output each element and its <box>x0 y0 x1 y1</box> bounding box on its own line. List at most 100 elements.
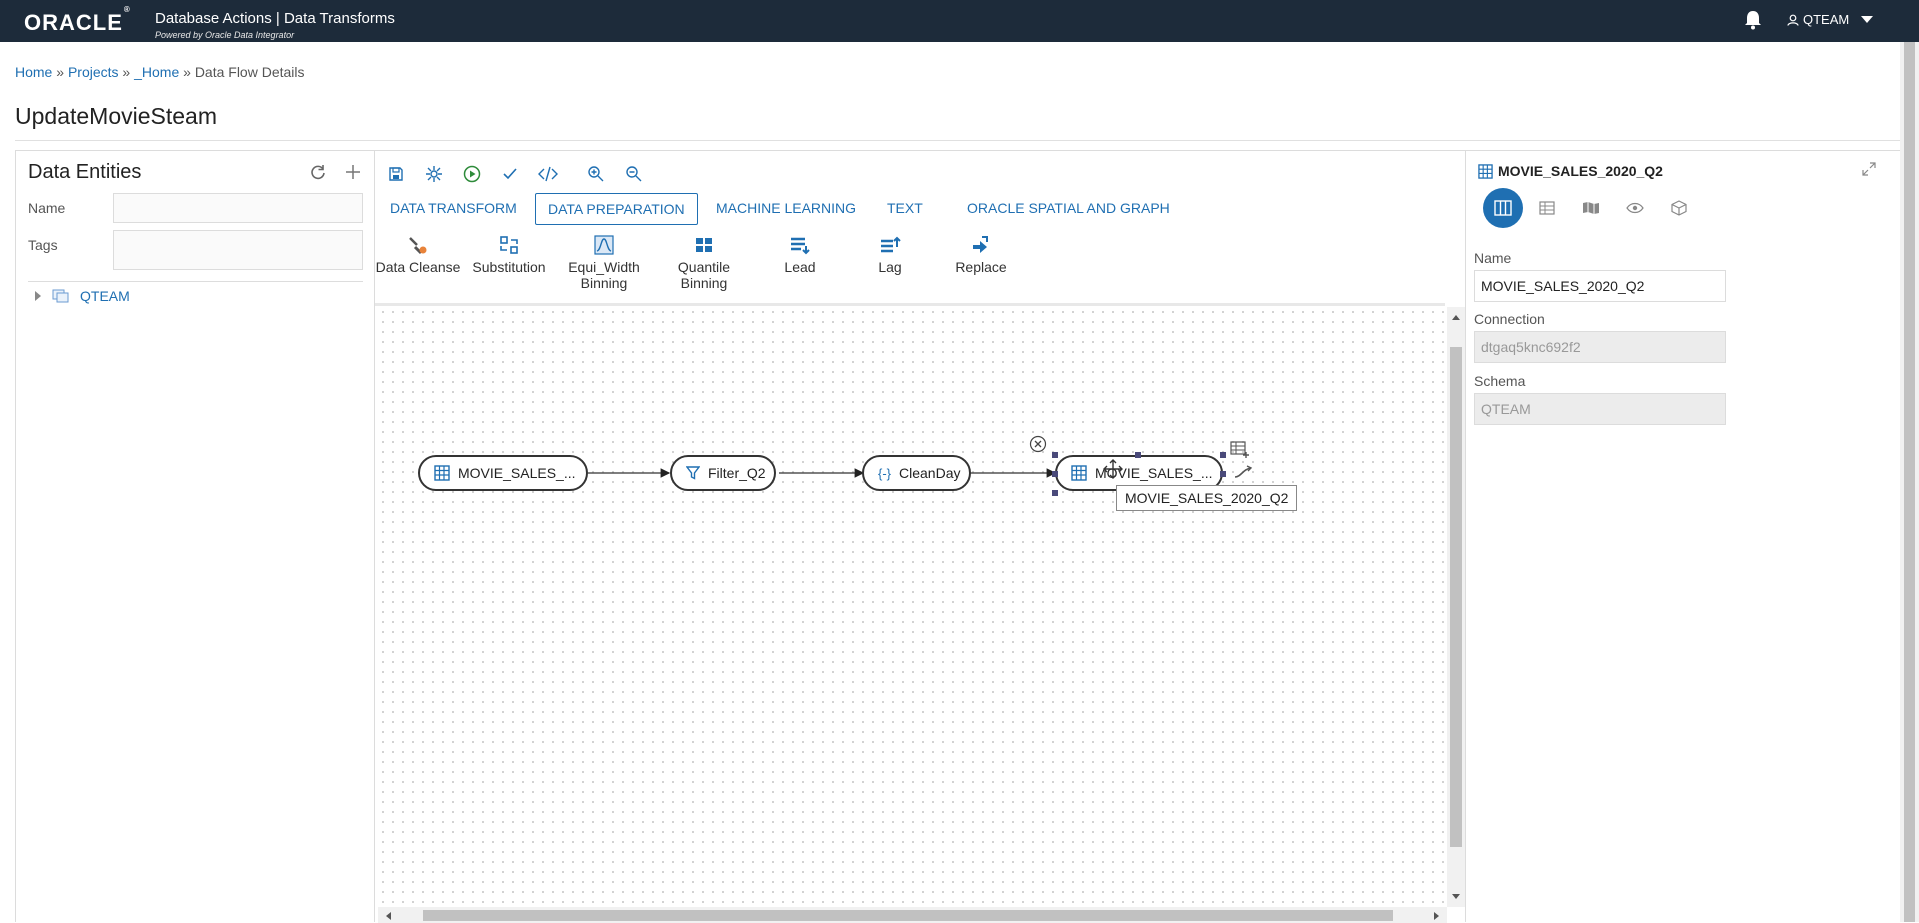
scroll-down-icon[interactable] <box>1451 893 1461 901</box>
node-label: MOVIE_SALES_... <box>458 465 576 481</box>
tool-equi-width-binning[interactable]: Equi_Width Binning <box>554 235 654 291</box>
user-name: QTEAM <box>1803 12 1850 27</box>
scroll-up-icon[interactable] <box>1451 313 1461 321</box>
properties-panel: MOVIE_SALES_2020_Q2 Name MOVIE_SALES_202… <box>1465 150 1900 922</box>
resize-handle[interactable] <box>1220 452 1226 458</box>
table-icon <box>434 465 450 481</box>
flow-node-source[interactable]: MOVIE_SALES_... <box>418 455 588 491</box>
connection-label: Connection <box>1474 311 1545 327</box>
flow-canvas[interactable]: MOVIE_SALES_... Filter_Q2 {-} CleanDay M… <box>378 307 1445 904</box>
add-table-icon[interactable] <box>1230 440 1250 458</box>
map-icon <box>1583 202 1599 214</box>
move-icon <box>1103 459 1123 479</box>
add-icon[interactable] <box>344 163 364 183</box>
chevron-down-icon <box>1861 16 1874 23</box>
refresh-icon[interactable] <box>309 163 329 183</box>
canvas-horizontal-scrollbar[interactable] <box>378 907 1447 923</box>
validate-icon[interactable] <box>499 163 521 185</box>
tool-lead[interactable]: Lead <box>750 235 850 275</box>
resize-handle[interactable] <box>1052 471 1058 477</box>
connect-icon[interactable] <box>1233 465 1253 479</box>
code-icon[interactable] <box>537 163 559 185</box>
columns-icon <box>1494 200 1512 216</box>
cube-icon <box>1671 200 1687 216</box>
tab-oracle-spatial-and-graph[interactable]: ORACLE SPATIAL AND GRAPH <box>955 193 1182 225</box>
substitution-icon <box>500 236 518 254</box>
app-title: Database Actions | Data Transforms <box>155 10 395 27</box>
tree-item-label: QTEAM <box>80 288 130 304</box>
node-label: CleanDay <box>899 465 961 481</box>
breadcrumb-projects[interactable]: Projects <box>68 64 119 80</box>
tab-options[interactable] <box>1659 188 1699 228</box>
grid-icon <box>1539 201 1555 215</box>
auto-layout-icon[interactable] <box>423 163 445 185</box>
name-field[interactable]: MOVIE_SALES_2020_Q2 <box>1474 270 1726 302</box>
caret-right-icon[interactable] <box>34 290 42 302</box>
flow-node-expression[interactable]: {-} CleanDay <box>862 455 971 491</box>
breadcrumb-project-home[interactable]: _Home <box>134 64 179 80</box>
user-menu[interactable]: QTEAM <box>1787 12 1874 27</box>
data-entities-panel: Data Entities Name Tags QTEAM <box>15 150 375 922</box>
table-icon <box>1478 164 1493 179</box>
quantile-binning-icon <box>696 238 712 252</box>
schema-label: Schema <box>1474 373 1526 389</box>
lead-icon <box>791 237 810 255</box>
tab-machine-learning[interactable]: MACHINE LEARNING <box>704 193 868 225</box>
run-icon[interactable] <box>461 163 483 185</box>
schema-field: QTEAM <box>1474 393 1726 425</box>
divider <box>15 140 1900 141</box>
tab-text[interactable]: TEXT <box>875 193 935 225</box>
node-label: Filter_Q2 <box>708 465 766 481</box>
resize-handle[interactable] <box>1052 490 1058 496</box>
divider <box>375 303 1445 306</box>
breadcrumb: Home » Projects » _Home » Data Flow Deta… <box>15 64 305 80</box>
top-bar: ORACLE® Database Actions | Data Transfor… <box>0 0 1919 42</box>
name-label: Name <box>1474 250 1512 266</box>
name-filter-input[interactable] <box>113 193 363 223</box>
tab-attributes[interactable] <box>1483 188 1523 228</box>
scroll-left-icon[interactable] <box>384 911 392 921</box>
expression-icon: {-} <box>878 465 892 481</box>
tool-replace[interactable]: Replace <box>931 235 1031 275</box>
bell-icon[interactable] <box>1744 10 1762 32</box>
schema-icon <box>52 289 69 303</box>
breadcrumb-current: Data Flow Details <box>194 64 305 80</box>
resize-handle[interactable] <box>1052 452 1058 458</box>
tab-data-transform[interactable]: DATA TRANSFORM <box>378 193 529 225</box>
divider <box>28 281 363 282</box>
tree-item-qteam[interactable]: QTEAM <box>34 288 130 304</box>
data-entities-title: Data Entities <box>28 161 142 183</box>
connection-field: dtgaq5knc692f2 <box>1474 331 1726 363</box>
tab-data[interactable] <box>1527 188 1567 228</box>
resize-handle[interactable] <box>1135 452 1141 458</box>
tool-data-cleanse[interactable]: Data Cleanse <box>368 235 468 275</box>
filter-icon <box>686 466 700 480</box>
page-title: UpdateMovieSteam <box>15 103 217 129</box>
data-flow-editor: DATA TRANSFORM DATA PREPARATION MACHINE … <box>375 150 1465 923</box>
breadcrumb-home[interactable]: Home <box>15 64 52 80</box>
tags-filter-input[interactable] <box>113 230 363 270</box>
tab-preview[interactable] <box>1615 188 1655 228</box>
zoom-in-icon[interactable] <box>585 163 607 185</box>
resize-handle[interactable] <box>1220 471 1226 477</box>
lag-icon <box>881 236 901 253</box>
save-icon[interactable] <box>385 163 407 185</box>
data-cleanse-icon <box>409 237 427 255</box>
tool-substitution[interactable]: Substitution <box>459 235 559 275</box>
scroll-right-icon[interactable] <box>1433 911 1441 921</box>
breadcrumb-separator: » <box>183 64 191 80</box>
zoom-out-icon[interactable] <box>623 163 645 185</box>
breadcrumb-separator: » <box>122 64 131 80</box>
tool-quantile-binning[interactable]: Quantile Binning <box>654 235 754 291</box>
tab-map[interactable] <box>1571 188 1611 228</box>
expand-icon[interactable] <box>1861 161 1877 177</box>
tab-data-preparation[interactable]: DATA PREPARATION <box>535 193 698 225</box>
flow-node-filter[interactable]: Filter_Q2 <box>670 455 776 491</box>
user-icon <box>1787 14 1799 26</box>
canvas-vertical-scrollbar[interactable] <box>1447 307 1465 907</box>
page-scrollbar[interactable] <box>1900 42 1919 922</box>
oracle-logo: ORACLE® <box>24 4 131 35</box>
delete-node-icon[interactable] <box>1029 435 1047 453</box>
name-label: Name <box>28 200 66 216</box>
tool-lag[interactable]: Lag <box>840 235 940 275</box>
